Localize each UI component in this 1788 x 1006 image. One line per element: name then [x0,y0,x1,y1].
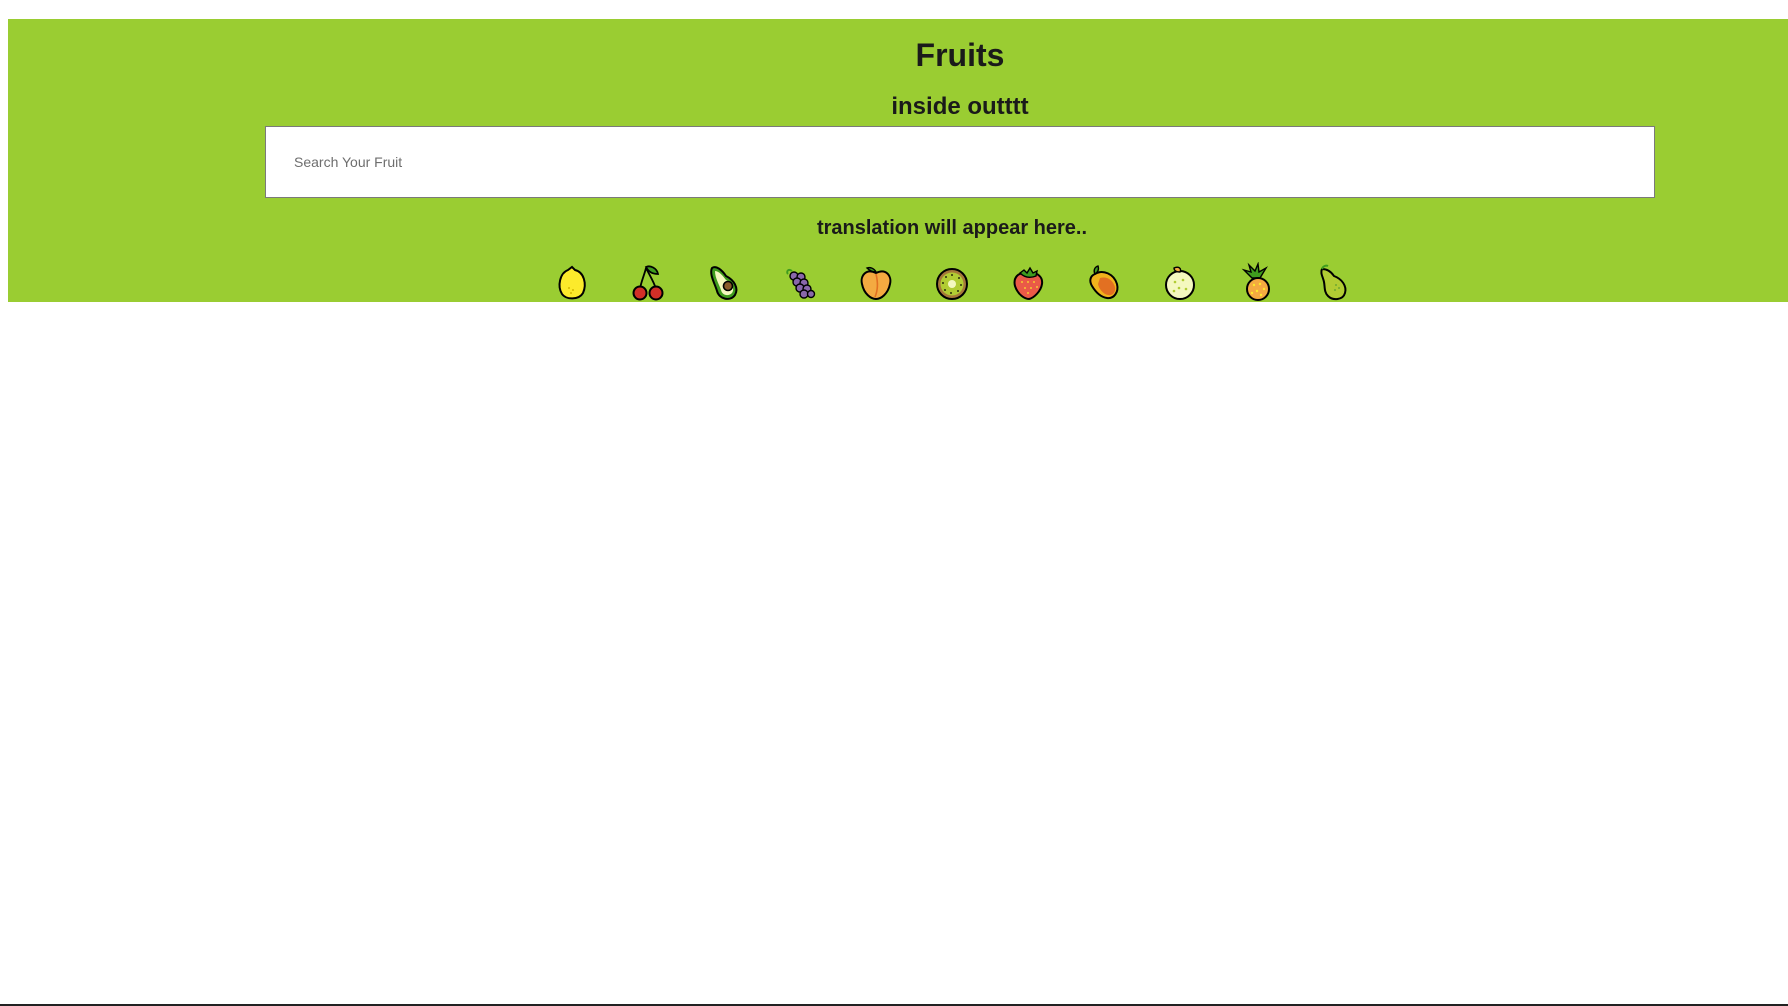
page-title: Fruits [915,37,1005,73]
peach-icon[interactable] [858,262,894,302]
mango-icon[interactable] [1086,262,1122,302]
melon-icon[interactable] [1162,262,1198,302]
page-subtitle: inside outttt [891,93,1029,120]
fruit-icon-row [0,262,1788,304]
search-input[interactable] [265,126,1655,198]
lemon-icon[interactable] [554,262,590,302]
strawberry-icon[interactable] [1010,262,1046,302]
pear-icon[interactable] [1314,262,1350,302]
cherries-icon[interactable] [630,262,666,302]
avocado-icon[interactable] [706,262,742,302]
pineapple-icon[interactable] [1238,262,1274,302]
grapes-icon[interactable] [782,262,818,302]
translation-output: translation will appear here.. [816,217,1088,239]
kiwi-icon[interactable] [934,262,970,302]
